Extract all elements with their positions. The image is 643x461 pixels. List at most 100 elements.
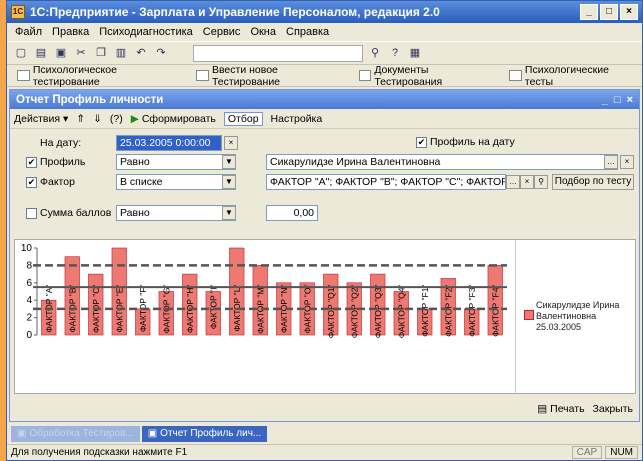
undo-icon[interactable]: ↶ — [133, 45, 149, 61]
find-icon[interactable]: ⚲ — [367, 45, 383, 61]
select-icon[interactable]: … — [506, 175, 520, 189]
score-value-input[interactable]: 0,00 — [266, 205, 318, 221]
report-minimize-button[interactable]: _ — [602, 94, 608, 106]
title-bar: 1С 1С:Предприятие - Зарплата и Управлени… — [7, 1, 642, 23]
x-tick-label: ФАКТОР "F3" — [467, 285, 477, 337]
close-button[interactable]: × — [620, 4, 638, 20]
profile-value-input[interactable]: Сикарулидзе Ирина Валентиновна — [266, 154, 618, 170]
legend-label: Сикарулидзе Ирина Валентиновна 25.03.200… — [536, 300, 620, 332]
menu-edit[interactable]: Правка — [52, 26, 89, 38]
chevron-down-icon[interactable]: ▼ — [222, 206, 236, 220]
y-tick-label: 6 — [26, 278, 32, 289]
report-action-bar: Действия ▾ ⇑ ⇓ (?) ▶ Сформировать Отбор На… — [10, 109, 639, 129]
folder-icon — [358, 70, 372, 81]
factor-value-input[interactable]: ФАКТОР "А"; ФАКТОР "В"; ФАКТОР "С"; ФАКТ… — [266, 174, 506, 190]
clear-icon[interactable]: × — [520, 175, 534, 189]
factor-condition-select[interactable]: В списке — [116, 174, 236, 190]
maximize-button[interactable]: □ — [600, 4, 618, 20]
quick-new-testing[interactable]: Ввести новое Тестирование — [192, 64, 350, 88]
filter-form: На дату: 25.03.2005 0:00:00 × ✔ Профиль … — [10, 129, 639, 205]
paste-icon[interactable]: ▥ — [113, 45, 129, 61]
score-checkbox[interactable] — [26, 208, 37, 219]
report-close-button[interactable]: × — [627, 94, 633, 106]
minimize-button[interactable]: _ — [580, 4, 598, 20]
window-icon: ▣ — [17, 428, 27, 439]
menu-windows[interactable]: Окна — [250, 26, 276, 38]
new-icon[interactable]: ▢ — [13, 45, 29, 61]
chevron-down-icon[interactable]: ▼ — [222, 175, 236, 189]
settings-button[interactable]: Настройка — [271, 113, 323, 125]
generate-button[interactable]: ▶ Сформировать — [131, 113, 216, 125]
report-footer: ▤ Печать Закрыть — [10, 398, 639, 420]
main-toolbar: ▢ ▤ ▣ ✂ ❐ ▥ ↶ ↷ ⚲ ? ▦ — [7, 41, 642, 65]
quick-psych-testing[interactable]: Психологическое тестирование — [13, 64, 188, 88]
y-tick-label: 0 — [26, 330, 32, 341]
score-row: Сумма баллов Равно ▼ 0,00 — [10, 205, 639, 225]
report-title: Отчет Профиль личности — [16, 93, 164, 106]
cut-icon[interactable]: ✂ — [73, 45, 89, 61]
date-label: На дату: — [40, 137, 82, 149]
print-button[interactable]: ▤ Печать — [537, 403, 584, 415]
help-icon[interactable]: ? — [387, 45, 403, 61]
calculator-icon[interactable]: ▦ — [407, 45, 423, 61]
window-tabs: ▣ Обработка Тестиров... ▣ Отчет Профиль ли… — [7, 425, 642, 443]
menu-service[interactable]: Сервис — [203, 26, 241, 38]
x-tick-label: ФАКТОР "F2" — [443, 285, 453, 337]
x-tick-label: ФАКТОР "Q3" — [373, 285, 383, 339]
x-tick-label: ФАКТОР "Q1" — [326, 285, 336, 339]
factor-label: Фактор — [40, 176, 75, 188]
filter-button[interactable]: Отбор — [223, 111, 263, 126]
quick-testing-documents[interactable]: Документы Тестирования — [355, 64, 502, 88]
open-icon[interactable]: ▤ — [33, 45, 49, 61]
close-report-button[interactable]: Закрыть — [593, 403, 633, 415]
y-tick-label: 8 — [26, 260, 32, 271]
num-indicator: NUM — [605, 446, 638, 459]
profile-checkbox[interactable]: ✔ — [26, 157, 37, 168]
search-icon[interactable]: ⚲ — [534, 175, 548, 189]
report-maximize-button[interactable]: □ — [614, 94, 621, 106]
menu-psychodiagnostics[interactable]: Психодиагностика — [99, 26, 193, 38]
profile-label: Профиль — [40, 156, 86, 168]
menu-help[interactable]: Справка — [286, 26, 329, 38]
y-tick-label: 4 — [26, 295, 32, 306]
x-tick-label: ФАКТОР "F1" — [420, 285, 430, 337]
document-icon — [17, 70, 30, 81]
tab-profile-report[interactable]: ▣ Отчет Профиль лич... — [141, 426, 268, 442]
redo-icon[interactable]: ↷ — [153, 45, 169, 61]
help-icon[interactable]: (?) — [110, 113, 123, 125]
clear-icon[interactable]: × — [620, 155, 634, 169]
chart-legend: Сикарулидзе Ирина Валентиновна 25.03.200… — [515, 240, 635, 393]
quick-access-bar: Психологическое тестирование Ввести ново… — [7, 64, 642, 88]
tab-processing[interactable]: ▣ Обработка Тестиров... — [11, 426, 140, 442]
score-label: Сумма баллов — [40, 207, 112, 219]
toolbar-search-input[interactable] — [193, 44, 363, 62]
legend-swatch — [524, 310, 534, 320]
date-input[interactable]: 25.03.2005 0:00:00 — [116, 135, 222, 151]
factor-checkbox[interactable]: ✔ — [26, 177, 37, 188]
x-tick-label: ФАКТОР "F4" — [490, 285, 500, 337]
select-icon[interactable]: … — [604, 155, 618, 169]
chevron-down-icon[interactable]: ▼ — [222, 155, 236, 169]
y-tick-label: 2 — [26, 313, 32, 324]
menu-file[interactable]: Файл — [15, 26, 42, 38]
profile-condition-select[interactable]: Равно — [116, 154, 236, 170]
main-window: 1С 1С:Предприятие - Зарплата и Управлени… — [6, 0, 643, 461]
score-condition-select[interactable]: Равно — [116, 205, 236, 221]
expand-icon[interactable]: ⇑ — [76, 113, 85, 125]
actions-menu[interactable]: Действия ▾ — [14, 113, 68, 125]
folder-icon — [509, 70, 522, 81]
pick-by-test-button[interactable]: Подбор по тесту — [552, 174, 634, 190]
profile-on-date-checkbox[interactable]: ✔ — [416, 137, 427, 148]
collapse-icon[interactable]: ⇓ — [93, 113, 102, 125]
window-title: 1С:Предприятие - Зарплата и Управление П… — [30, 5, 440, 19]
chart-svg: 0246810ФАКТОР "A"ФАКТОР "B"ФАКТОР "C"ФАК… — [21, 243, 507, 341]
save-icon[interactable]: ▣ — [53, 45, 69, 61]
date-clear-button[interactable]: × — [224, 136, 238, 150]
app-logo-icon: 1С — [11, 5, 25, 19]
x-tick-label: ФАКТОР "I" — [208, 285, 218, 330]
status-bar: Для получения подсказки нажмите F1 CAP N… — [7, 444, 642, 460]
profile-on-date-label: Профиль на дату — [430, 136, 515, 148]
quick-psych-tests[interactable]: Психологические тесты — [505, 64, 642, 88]
play-icon: ▶ — [130, 112, 139, 125]
copy-icon[interactable]: ❐ — [93, 45, 109, 61]
